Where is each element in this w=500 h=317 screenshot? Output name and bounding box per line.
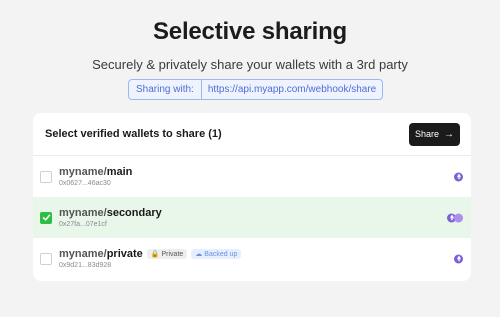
wallet-name-prefix: myname/ <box>59 166 107 178</box>
chain-icons <box>454 172 463 181</box>
wallet-name-prefix: myname/ <box>59 207 107 219</box>
wallet-selection-card: Select verified wallets to share (1) Sha… <box>33 113 471 281</box>
wallet-info: myname/secondary 0x27fa...07e1cf <box>59 207 162 228</box>
wallet-name-prefix: myname/ <box>59 248 107 260</box>
chain-icons <box>454 254 463 263</box>
ethereum-icon <box>454 254 463 263</box>
wallet-name-suffix: private <box>106 248 143 260</box>
private-badge: 🔒 Private <box>146 249 188 259</box>
wallet-name: myname/private 🔒 Private ☁ Backed up <box>59 248 242 260</box>
wallet-address: 0x9d21...83d928 <box>59 262 112 269</box>
lock-icon: 🔒 <box>150 251 160 258</box>
wallet-address: 0x0627...46ac30 <box>59 180 111 187</box>
wallet-address: 0x27fa...07e1cf <box>59 221 107 228</box>
card-header: Select verified wallets to share (1) Sha… <box>33 113 471 156</box>
page-subtitle: Securely & privately share your wallets … <box>92 57 408 72</box>
wallet-info: myname/private 🔒 Private ☁ Backed up 0x9d2… <box>59 248 242 269</box>
sharing-url[interactable]: https://api.myapp.com/webhook/share <box>202 80 382 99</box>
cloud-icon: ☁ <box>195 251 203 258</box>
arrow-right-icon: → <box>444 128 455 140</box>
share-button-label: Share <box>414 129 440 139</box>
wallet-info: myname/main 0x0627...46ac30 <box>59 166 132 187</box>
multi-chain-icon <box>454 213 463 222</box>
ethereum-icon <box>454 172 463 181</box>
wallet-checkbox[interactable] <box>40 252 52 265</box>
wallet-checkbox[interactable] <box>40 170 52 183</box>
backed-up-badge: ☁ Backed up <box>191 249 242 259</box>
chain-icons <box>447 213 463 222</box>
sharing-with-label: Sharing with: <box>129 80 202 99</box>
wallet-row-main[interactable]: myname/main 0x0627...46ac30 <box>33 156 471 197</box>
wallet-name-suffix: main <box>106 166 133 178</box>
sharing-with-badge: Sharing with: https://api.myapp.com/webh… <box>128 79 384 100</box>
wallet-row-private[interactable]: myname/private 🔒 Private ☁ Backed up 0x9d2… <box>33 238 471 279</box>
page-title: Selective sharing <box>152 18 348 45</box>
private-badge-label: Private <box>161 250 184 258</box>
share-button[interactable]: Share → <box>409 122 460 146</box>
wallet-checkbox-checked[interactable] <box>40 211 52 224</box>
check-icon <box>42 214 50 221</box>
wallet-name: myname/main <box>59 166 132 178</box>
wallet-name-suffix: secondary <box>106 207 162 219</box>
wallet-name: myname/secondary <box>59 207 162 219</box>
backed-up-badge-label: Backed up <box>204 250 238 258</box>
card-heading: Select verified wallets to share (1) <box>45 128 222 140</box>
wallet-row-secondary[interactable]: myname/secondary 0x27fa...07e1cf <box>33 197 471 238</box>
